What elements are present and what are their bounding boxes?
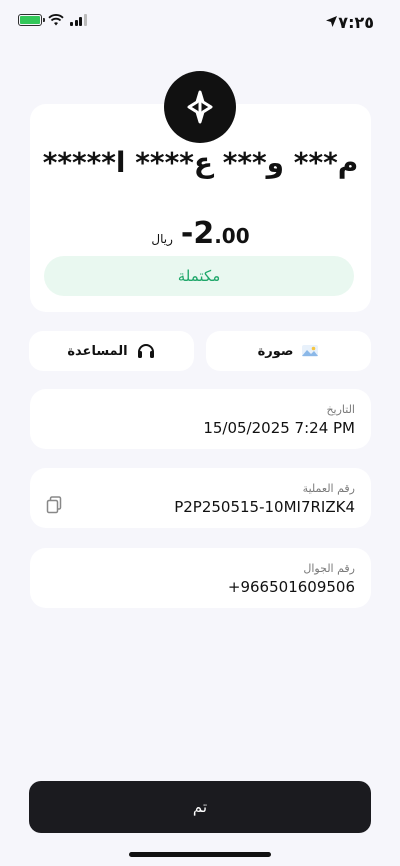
cellular-signal-icon bbox=[70, 14, 87, 26]
photo-button[interactable]: صورة bbox=[206, 331, 371, 371]
battery-icon bbox=[18, 14, 45, 26]
status-badge: مكتملة bbox=[44, 256, 354, 296]
transaction-number-card: رقم العملية P2P250515-10MI7RIZK4 bbox=[30, 468, 371, 528]
phone-number-label: رقم الجوال bbox=[303, 562, 355, 575]
help-label: المساعدة bbox=[67, 343, 128, 359]
help-button[interactable]: المساعدة bbox=[29, 331, 194, 371]
amount-value: -2.00 bbox=[181, 216, 250, 251]
currency-label: ريال bbox=[151, 232, 173, 246]
date-value: 15/05/2025 7:24 PM bbox=[203, 419, 355, 437]
location-arrow-icon bbox=[326, 16, 337, 27]
home-indicator bbox=[129, 852, 271, 857]
status-icons bbox=[18, 14, 87, 26]
merchant-logo-icon bbox=[164, 71, 236, 143]
headset-icon bbox=[137, 344, 154, 358]
recipient-name: م*** و*** ع**** ا***** bbox=[42, 146, 359, 179]
transaction-number-label: رقم العملية bbox=[302, 482, 355, 495]
date-card: التاريخ 15/05/2025 7:24 PM bbox=[30, 389, 371, 449]
phone-number-value: +966501609506 bbox=[227, 578, 355, 596]
status-bar: ٧:٢٥ bbox=[0, 0, 400, 46]
wifi-icon bbox=[48, 14, 64, 26]
done-button[interactable]: تم bbox=[29, 781, 371, 833]
amount: ريال -2.00 bbox=[30, 216, 371, 251]
image-icon bbox=[302, 345, 319, 357]
transaction-number-value: P2P250515-10MI7RIZK4 bbox=[174, 498, 355, 516]
photo-label: صورة bbox=[257, 343, 294, 359]
amount-decimal: .00 bbox=[214, 224, 250, 248]
phone-number-card: رقم الجوال +966501609506 bbox=[30, 548, 371, 608]
copy-icon[interactable] bbox=[46, 496, 62, 514]
date-label: التاريخ bbox=[326, 403, 355, 416]
amount-main: -2 bbox=[180, 216, 215, 251]
status-time: ٧:٢٥ bbox=[338, 13, 374, 32]
